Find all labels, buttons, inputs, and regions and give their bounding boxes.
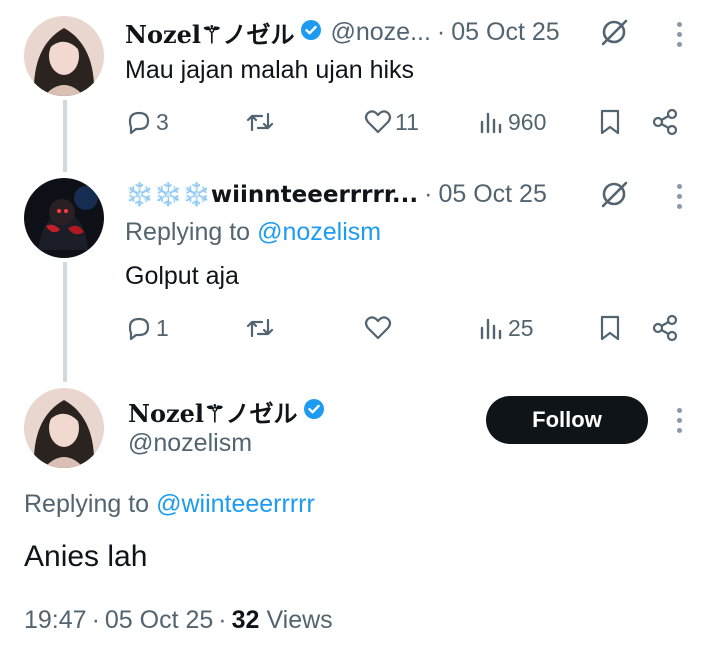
author-name[interactable]: Nozel⚚ノゼル (125, 15, 294, 50)
main-author-row: Nozel⚚ノゼル (128, 393, 325, 429)
replying-to-link[interactable]: @nozelism (257, 218, 381, 247)
verified-badge-icon (303, 398, 325, 425)
tweet-date[interactable]: 05 Oct 25 (438, 180, 546, 209)
replying-prefix: Replying to (24, 490, 150, 518)
tweet-2-header: ❄️❄️❄️wiinnteeerrrrr... · 05 Oct 25 (125, 176, 547, 212)
thread-line-1 (63, 100, 67, 172)
bookmark-icon (600, 315, 620, 341)
follow-button[interactable]: Follow (486, 396, 648, 444)
reply-icon (128, 111, 150, 135)
retweet-button[interactable] (244, 108, 276, 136)
views-label: Views (266, 606, 333, 634)
reply-icon (128, 317, 150, 341)
views-count: 32 (231, 606, 260, 634)
avatar[interactable] (24, 178, 104, 258)
bookmark-button[interactable] (598, 108, 622, 136)
separator-dot: · (91, 606, 100, 634)
separator-dot: · (436, 17, 446, 46)
views-icon (480, 112, 502, 134)
tweet-text: Anies lah (24, 540, 148, 573)
tweet-text: Golput aja (125, 262, 239, 290)
tweet-time[interactable]: 19:47 (24, 606, 87, 635)
tweet-meta: 19:47 · 05 Oct 25 · 32 Views (24, 606, 333, 635)
like-icon (364, 110, 392, 134)
avatar[interactable] (24, 388, 104, 468)
views-button[interactable]: 25 (478, 314, 534, 342)
verified-badge-icon (300, 19, 322, 46)
separator-dot: · (424, 179, 433, 208)
retweet-icon (246, 318, 274, 338)
like-button[interactable]: 11 (363, 108, 419, 136)
tweet-date[interactable]: 05 Oct 25 (451, 18, 559, 47)
reply-button[interactable]: 3 (125, 108, 169, 136)
share-button[interactable] (652, 314, 680, 342)
tweet-text: Mau jajan malah ujan hiks (125, 56, 415, 84)
replying-to: Replying to @nozelism (125, 218, 381, 247)
more-icon[interactable] (677, 408, 683, 438)
more-icon[interactable] (677, 184, 683, 214)
replying-to: Replying to @wiinteeerrrrr (24, 490, 315, 519)
replying-to-link[interactable]: @wiinteeerrrrr (156, 490, 315, 519)
like-button[interactable] (363, 314, 393, 342)
author-name[interactable]: ❄️❄️❄️wiinnteeerrrrr... (125, 181, 418, 208)
reply-count: 3 (156, 108, 169, 135)
like-count: 11 (395, 108, 419, 135)
retweet-icon (246, 112, 274, 132)
thread-line-2 (63, 262, 67, 382)
views-count: 960 (508, 108, 547, 135)
share-icon (652, 108, 678, 136)
grok-icon[interactable] (599, 180, 629, 213)
like-icon (364, 316, 392, 340)
views-count: 25 (508, 314, 534, 341)
author-handle[interactable]: @noze... (330, 18, 430, 47)
retweet-button[interactable] (244, 314, 276, 342)
grok-icon[interactable] (599, 18, 629, 51)
bookmark-icon (600, 109, 620, 135)
tweet-date[interactable]: 05 Oct 25 (105, 606, 213, 635)
views-icon (480, 318, 502, 340)
share-button[interactable] (652, 108, 680, 136)
bookmark-button[interactable] (598, 314, 622, 342)
avatar[interactable] (24, 16, 104, 96)
reply-button[interactable]: 1 (125, 314, 169, 342)
tweet-1-header: Nozel⚚ノゼル @noze... · 05 Oct 25 (125, 14, 560, 50)
reply-count: 1 (156, 314, 169, 341)
share-icon (652, 314, 678, 342)
more-icon[interactable] (677, 22, 683, 52)
separator-dot: · (218, 606, 227, 634)
author-handle[interactable]: @nozelism (128, 429, 252, 458)
replying-prefix: Replying to (125, 218, 251, 246)
author-name[interactable]: Nozel⚚ノゼル (128, 394, 297, 429)
views-button[interactable]: 960 (478, 108, 546, 136)
